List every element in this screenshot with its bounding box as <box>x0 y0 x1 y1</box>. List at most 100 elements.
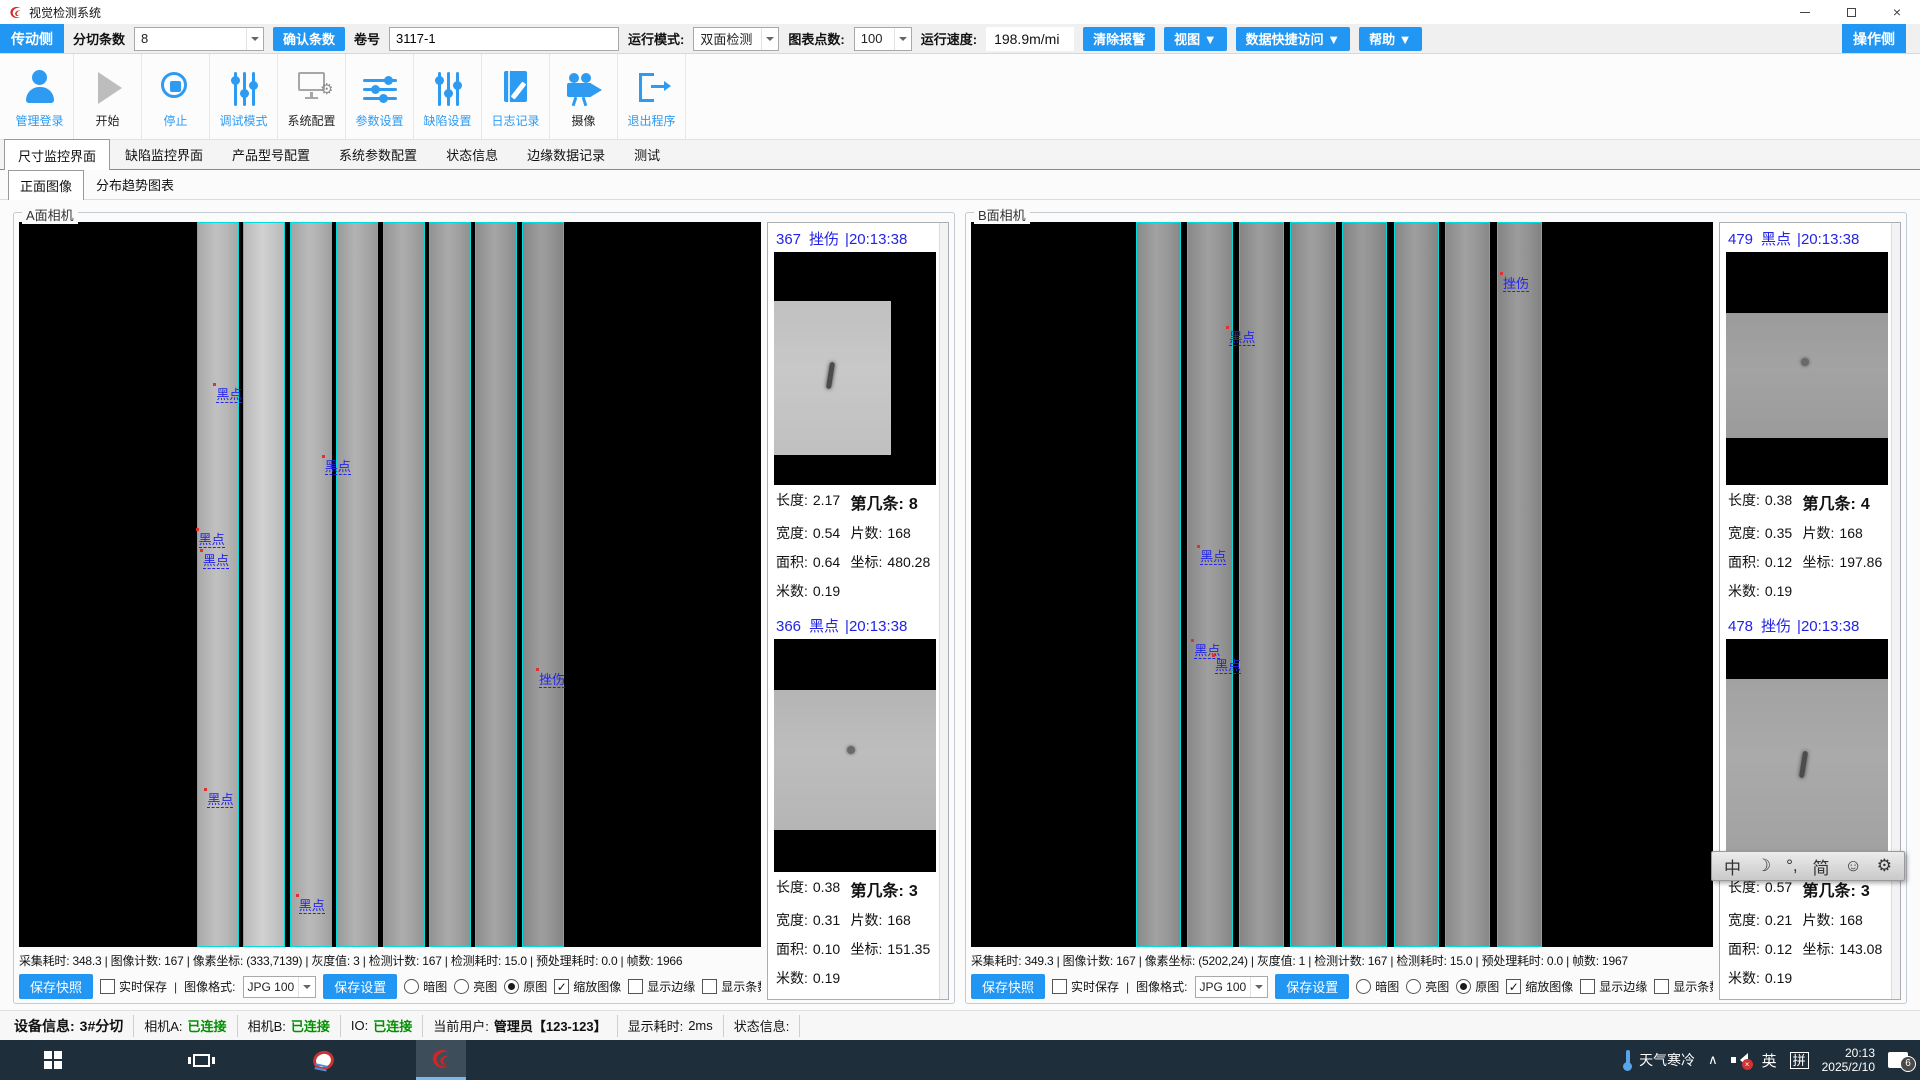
ime-punct-button[interactable]: °, <box>1786 856 1798 876</box>
ime-mode-indicator[interactable]: 拼 <box>1790 1052 1809 1069</box>
display-option-checkbox[interactable]: 显示条数 <box>1654 978 1713 995</box>
ime-moon-button[interactable]: ☽ <box>1756 856 1771 876</box>
operator-side-button[interactable]: 操作侧 <box>1842 24 1906 53</box>
field-label: 坐标: <box>1803 939 1835 959</box>
chart-points-select[interactable]: 100 <box>854 27 912 51</box>
task-view-button[interactable] <box>176 1040 226 1080</box>
image-mode-radio[interactable]: 暗图 <box>1356 978 1399 995</box>
display-option-checkbox[interactable]: 显示边缘 <box>628 978 695 995</box>
volume-muted-icon[interactable]: × <box>1731 1053 1749 1067</box>
checkbox-icon <box>1052 979 1067 994</box>
ime-settings-button[interactable]: ⚙ <box>1877 856 1892 876</box>
tab-5[interactable]: 边缘数据记录 <box>513 139 619 169</box>
hidden-icons-chevron[interactable]: ∧ <box>1708 1052 1718 1068</box>
inspection-app-taskbar-button[interactable] <box>416 1040 466 1080</box>
top-toolbar: 传动侧 分切条数 8 确认条数 卷号 运行模式: 双面检测 图表点数: 100 … <box>0 24 1920 54</box>
run-mode-select[interactable]: 双面检测 <box>693 27 779 51</box>
toolbar-item-admin-login[interactable]: 管理登录 <box>6 54 74 139</box>
defect-entry[interactable]: 478挫伤|20:13:38长度:0.57第几条:3宽度:0.21片数:168面… <box>1726 611 1888 992</box>
defect-thumbnail[interactable] <box>774 252 936 485</box>
clock-tray-item[interactable]: 20:13 2025/2/10 <box>1822 1046 1875 1074</box>
toolbar-item-stop[interactable]: 停止 <box>142 54 210 139</box>
ime-lang-button[interactable]: 中 <box>1724 854 1741 879</box>
display-option-checkbox[interactable]: ✓缩放图像 <box>1506 978 1573 995</box>
save-settings-button[interactable]: 保存设置 <box>323 974 397 999</box>
field-label: 宽度: <box>1728 523 1760 543</box>
image-mode-radio[interactable]: 暗图 <box>404 978 447 995</box>
tab-0[interactable]: 尺寸监控界面 <box>4 139 110 170</box>
image-format-label: 图像格式: <box>1136 978 1187 995</box>
defect-thumbnail[interactable] <box>1726 252 1888 485</box>
defect-entry[interactable]: 366黑点|20:13:38长度:0.38第几条:3宽度:0.31片数:168面… <box>774 611 936 992</box>
tab-2[interactable]: 产品型号配置 <box>218 139 324 169</box>
save-settings-button[interactable]: 保存设置 <box>1275 974 1349 999</box>
image-format-label: 图像格式: <box>184 978 235 995</box>
drive-side-button[interactable]: 传动侧 <box>0 24 64 53</box>
image-format-select[interactable]: JPG 100 <box>1195 976 1269 998</box>
defect-thumbnail[interactable] <box>1726 639 1888 872</box>
field-label: 面积: <box>776 939 808 959</box>
image-mode-radio[interactable]: 原图 <box>504 978 547 995</box>
image-mode-radio-label: 原图 <box>523 978 547 995</box>
roll-number-input[interactable] <box>389 27 619 51</box>
tab-3[interactable]: 系统参数配置 <box>325 139 431 169</box>
thumbnail-material-area <box>774 301 891 455</box>
tab-6[interactable]: 测试 <box>620 139 674 169</box>
data-quick-access-menu-button[interactable]: 数据快捷访问 ▼ <box>1236 27 1350 51</box>
image-mode-radio[interactable]: 原图 <box>1456 978 1499 995</box>
toolbar-item-defect-settings[interactable]: 缺陷设置 <box>414 54 482 139</box>
slit-count-select[interactable]: 8 <box>134 27 264 51</box>
field-label: 坐标: <box>851 552 883 572</box>
toolbar-item-start[interactable]: 开始 <box>74 54 142 139</box>
save-snapshot-button[interactable]: 保存快照 <box>19 974 93 999</box>
display-option-checkbox[interactable]: 显示边缘 <box>1580 978 1647 995</box>
camera-a-panel: A面相机黑点黑点黑点黑点挫伤黑点黑点367挫伤|20:13:38长度:2.17第… <box>13 212 955 1004</box>
help-menu-button[interactable]: 帮助 ▼ <box>1359 27 1421 51</box>
toolbar-item-system-config[interactable]: ⚙系统配置 <box>278 54 346 139</box>
defect-thumbnail[interactable] <box>774 639 936 872</box>
subtab-0[interactable]: 正面图像 <box>8 170 84 200</box>
tab-4[interactable]: 状态信息 <box>432 139 512 169</box>
notification-center-button[interactable]: 6 <box>1888 1052 1908 1068</box>
chevron-down-icon <box>246 28 263 50</box>
field-label: 第几条: <box>1803 490 1856 514</box>
device-bar-item-3: IO:已连接 <box>341 1015 423 1037</box>
field-label: 第几条: <box>851 490 904 514</box>
subtab-1[interactable]: 分布趋势图表 <box>84 169 186 199</box>
realtime-save-checkbox[interactable]: 实时保存 <box>100 978 167 995</box>
defect-annotation: 挫伤 <box>1503 276 1529 292</box>
minimize-button[interactable] <box>1782 0 1828 24</box>
ime-emoji-button[interactable]: ☺ <box>1844 856 1861 876</box>
device-bar-item-4: 当前用户:管理员【123-123】 <box>423 1015 617 1037</box>
snipping-tool-button[interactable] <box>298 1040 348 1080</box>
toolbar-item-capture[interactable]: 摄像 <box>550 54 618 139</box>
start-button[interactable] <box>28 1040 78 1080</box>
maximize-button[interactable] <box>1828 0 1874 24</box>
view-menu-button[interactable]: 视图 ▼ <box>1164 27 1226 51</box>
field-value: 168 <box>887 912 910 928</box>
image-format-select[interactable]: JPG 100 <box>243 976 317 998</box>
defect-entry[interactable]: 367挫伤|20:13:38长度:2.17第几条:8宽度:0.54片数:168面… <box>774 224 936 605</box>
realtime-save-checkbox[interactable]: 实时保存 <box>1052 978 1119 995</box>
image-mode-radio[interactable]: 亮图 <box>1406 978 1449 995</box>
toolbar-item-exit-program[interactable]: 退出程序 <box>618 54 686 139</box>
toolbar-item-param-settings[interactable]: 参数设置 <box>346 54 414 139</box>
tab-1[interactable]: 缺陷监控界面 <box>111 139 217 169</box>
weather-tray-item[interactable]: 天气寒冷 <box>1623 1049 1695 1071</box>
scrollbar[interactable] <box>939 223 948 999</box>
scrollbar[interactable] <box>1891 223 1900 999</box>
save-snapshot-button[interactable]: 保存快照 <box>971 974 1045 999</box>
display-option-checkbox[interactable]: 显示条数 <box>702 978 761 995</box>
toolbar-item-log-record[interactable]: 日志记录 <box>482 54 550 139</box>
ime-simplified-button[interactable]: 简 <box>1813 854 1830 879</box>
image-mode-radio[interactable]: 亮图 <box>454 978 497 995</box>
display-option-checkbox[interactable]: ✓缩放图像 <box>554 978 621 995</box>
display-option-checkbox-label: 显示边缘 <box>647 978 695 995</box>
toolbar-item-debug-mode[interactable]: 调试模式 <box>210 54 278 139</box>
confirm-count-button[interactable]: 确认条数 <box>273 27 345 51</box>
language-indicator[interactable]: 英 <box>1762 1050 1777 1071</box>
defect-entry[interactable]: 479黑点|20:13:38长度:0.38第几条:4宽度:0.35片数:168面… <box>1726 224 1888 605</box>
close-button[interactable]: × <box>1874 0 1920 24</box>
display-option-checkbox-label: 显示条数 <box>1673 978 1713 995</box>
clear-alarm-button[interactable]: 清除报警 <box>1083 27 1155 51</box>
